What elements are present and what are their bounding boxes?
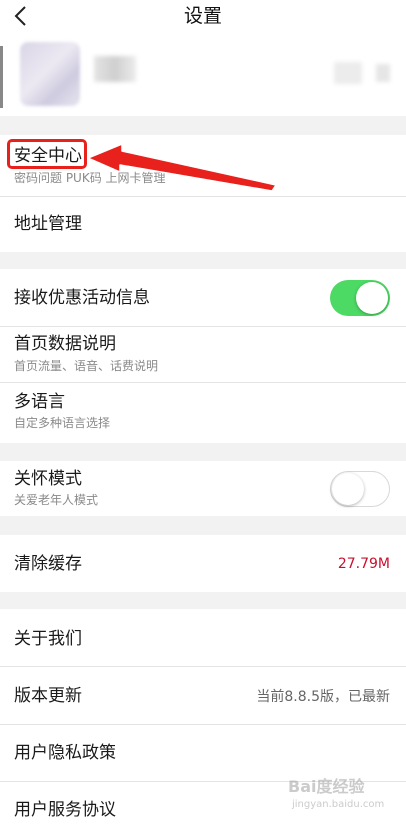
care-mode-toggle[interactable] bbox=[330, 471, 390, 507]
watermark-main-text: Bai度经验 bbox=[288, 777, 365, 796]
about-us-label: 关于我们 bbox=[14, 629, 82, 649]
avatar[interactable] bbox=[20, 42, 80, 106]
homepage-data-subtitle: 首页流量、语音、话费说明 bbox=[14, 359, 159, 373]
toggle-knob bbox=[331, 472, 364, 505]
cache-size-value: 27.79M bbox=[337, 556, 390, 572]
clear-cache-item[interactable]: 清除缓存 27.79M bbox=[0, 535, 406, 592]
care-mode-label: 关怀模式 bbox=[14, 469, 82, 489]
profile-card[interactable] bbox=[0, 36, 406, 116]
security-center-subtitle: 密码问题 PUK码 上网卡管理 bbox=[14, 171, 166, 185]
care-mode-item: 关怀模式 关爱老年人模式 bbox=[0, 461, 406, 516]
watermark-sub-text: jingyan.baidu.com bbox=[292, 799, 385, 810]
version-update-item[interactable]: 版本更新 当前8.8.5版，已最新 bbox=[0, 666, 406, 724]
about-us-item[interactable]: 关于我们 bbox=[0, 609, 406, 666]
page-title: 设置 bbox=[183, 5, 222, 27]
profile-edge-divider bbox=[0, 46, 3, 108]
promo-info-toggle[interactable] bbox=[330, 280, 390, 316]
annotation-highlight-box bbox=[7, 139, 87, 169]
homepage-data-label: 首页数据说明 bbox=[14, 334, 116, 354]
care-mode-group: 关怀模式 关爱老年人模式 bbox=[0, 461, 406, 516]
version-status-value: 当前8.8.5版，已最新 bbox=[256, 689, 390, 705]
promo-info-item: 接收优惠活动信息 bbox=[0, 269, 406, 326]
general-settings-group: 接收优惠活动信息 首页数据说明 首页流量、语音、话费说明 多语言 自定多种语言选… bbox=[0, 269, 406, 443]
language-label: 多语言 bbox=[14, 392, 65, 412]
privacy-policy-label: 用户隐私政策 bbox=[14, 743, 116, 763]
top-bar: 设置 bbox=[0, 0, 406, 36]
toggle-knob bbox=[356, 282, 388, 314]
address-management-item[interactable]: 地址管理 bbox=[0, 196, 406, 252]
blurred-profile-info bbox=[334, 62, 362, 84]
language-item[interactable]: 多语言 自定多种语言选择 bbox=[0, 382, 406, 443]
baidu-jingyan-watermark: Bai度经验 jingyan.baidu.com bbox=[288, 776, 388, 820]
cache-group: 清除缓存 27.79M bbox=[0, 535, 406, 592]
address-management-label: 地址管理 bbox=[14, 214, 82, 234]
language-subtitle: 自定多种语言选择 bbox=[14, 416, 111, 430]
blurred-username bbox=[94, 56, 136, 82]
version-update-label: 版本更新 bbox=[14, 686, 82, 706]
homepage-data-item[interactable]: 首页数据说明 首页流量、语音、话费说明 bbox=[0, 326, 406, 382]
care-mode-subtitle: 关爱老年人模式 bbox=[14, 493, 99, 507]
promo-info-label: 接收优惠活动信息 bbox=[14, 288, 150, 308]
clear-cache-label: 清除缓存 bbox=[14, 554, 82, 574]
privacy-policy-item[interactable]: 用户隐私政策 bbox=[0, 724, 406, 781]
blurred-profile-chevron bbox=[376, 64, 390, 82]
service-agreement-label: 用户服务协议 bbox=[14, 800, 116, 820]
